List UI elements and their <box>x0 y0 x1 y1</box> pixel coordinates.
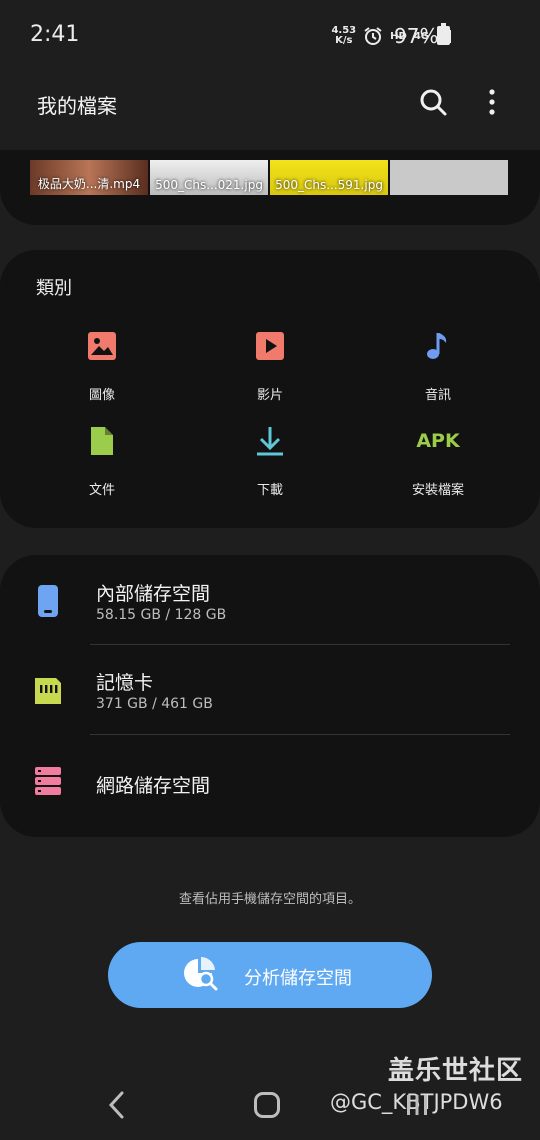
category-documents[interactable]: 文件 <box>42 425 162 505</box>
status-time: 2:41 <box>30 22 80 47</box>
category-downloads[interactable]: 下載 <box>210 425 330 505</box>
thumb-image <box>390 160 508 195</box>
apk-icon: APK <box>416 430 460 452</box>
analyze-storage-icon <box>184 957 218 991</box>
category-label: 安裝檔案 <box>411 483 464 498</box>
storage-name: 記憶卡 <box>96 672 154 694</box>
more-options-button[interactable] <box>474 84 510 120</box>
storage-card: 內部儲存空間 58.15 GB / 128 GB 記憶卡 371 GB / 46… <box>0 555 540 837</box>
net-speed: 4.53 K/s <box>331 25 357 46</box>
more-vert-icon <box>489 89 495 115</box>
recent-file-name: 500_Chs...021.jpg <box>155 178 263 192</box>
storage-name: 內部儲存空間 <box>96 583 211 605</box>
recent-file-thumb[interactable]: 极品大奶...清.mp4 <box>30 160 148 195</box>
battery-percent: 97% <box>394 24 439 48</box>
search-button[interactable] <box>415 84 451 120</box>
document-icon <box>91 427 113 455</box>
page-title: 我的檔案 <box>37 94 117 118</box>
recent-file-name: 500_Chs...591.jpg <box>275 178 383 192</box>
categories-title: 類別 <box>36 278 72 299</box>
recent-file-name: 极品大奶...清.mp4 <box>37 177 141 191</box>
divider <box>90 644 510 645</box>
storage-size: 58.15 GB / 128 GB <box>96 607 227 623</box>
category-label: 文件 <box>88 483 115 498</box>
storage-size: 371 GB / 461 GB <box>96 696 213 712</box>
analyze-storage-button[interactable]: 分析儲存空間 <box>108 942 432 1008</box>
video-icon <box>256 332 284 360</box>
category-label: 影片 <box>256 388 283 403</box>
navigation-bar <box>0 1070 540 1140</box>
music-note-icon <box>427 333 447 359</box>
category-label: 音訊 <box>424 388 451 403</box>
storage-name: 網路儲存空間 <box>96 775 211 797</box>
divider <box>90 734 510 735</box>
recents-icon[interactable] <box>404 1092 430 1118</box>
phone-icon <box>38 585 58 617</box>
category-label: 下載 <box>256 483 283 498</box>
categories-card: 類別 圖像 影片 音訊 文件 下載 APK 安裝檔案 <box>0 250 540 528</box>
storage-internal[interactable]: 內部儲存空間 58.15 GB / 128 GB <box>0 557 540 645</box>
sd-card-icon <box>35 678 61 704</box>
storage-sd-card[interactable]: 記憶卡 371 GB / 461 GB <box>0 646 540 734</box>
recent-file-thumb[interactable] <box>390 160 508 195</box>
alarm-icon <box>364 27 382 45</box>
back-icon[interactable] <box>103 1090 131 1120</box>
storage-network[interactable]: 網路儲存空間 <box>0 737 540 825</box>
category-apk[interactable]: APK 安裝檔案 <box>378 425 498 505</box>
image-icon <box>88 332 116 360</box>
recent-file-thumb[interactable]: 500_Chs...021.jpg <box>150 160 268 195</box>
search-icon <box>420 89 447 116</box>
category-videos[interactable]: 影片 <box>210 330 330 410</box>
analyze-storage-label: 分析儲存空間 <box>244 968 352 988</box>
home-icon[interactable] <box>254 1092 280 1118</box>
category-audio[interactable]: 音訊 <box>378 330 498 410</box>
battery-icon <box>437 23 450 45</box>
status-bar: 2:41 4.53 K/s HD 4G 97% <box>0 0 540 70</box>
category-label: 圖像 <box>88 388 115 403</box>
category-images[interactable]: 圖像 <box>42 330 162 410</box>
server-icon <box>35 767 61 795</box>
recent-file-thumb[interactable]: 500_Chs...591.jpg <box>270 160 388 195</box>
storage-hint: 查看佔用手機儲存空間的項目。 <box>178 892 361 907</box>
download-icon <box>257 427 283 456</box>
app-header: 我的檔案 <box>0 70 540 134</box>
